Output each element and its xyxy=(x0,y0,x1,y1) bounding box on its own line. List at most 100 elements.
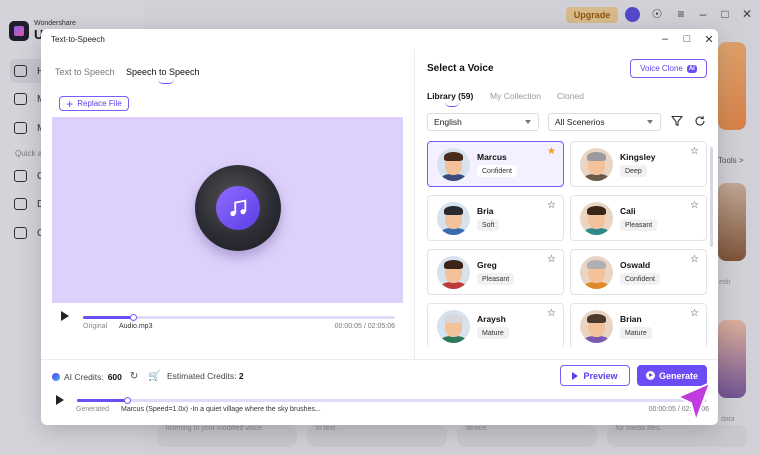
active-tab-indicator xyxy=(158,79,174,84)
pointer-cursor-icon xyxy=(677,382,711,422)
plus-icon: + xyxy=(66,96,74,111)
estimated-credits-value: 2 xyxy=(238,371,244,381)
refresh-credits-icon[interactable]: ↻ xyxy=(130,371,138,382)
voice-tag: Deep xyxy=(620,165,647,177)
chevron-down-icon xyxy=(647,120,653,124)
voice-avatar xyxy=(580,148,613,181)
voice-card-oswald[interactable]: Oswald Confident ☆ xyxy=(570,249,707,295)
cart-icon[interactable]: 🛒 xyxy=(148,371,160,382)
tab-speech-to-speech[interactable]: Speech to Speech xyxy=(126,67,200,77)
footer-divider xyxy=(41,359,718,360)
filter-icon[interactable] xyxy=(671,115,683,127)
star-outline-icon[interactable]: ☆ xyxy=(547,255,556,265)
ai-credits-icon xyxy=(52,372,60,381)
replace-file-label: Replace File xyxy=(77,99,122,108)
star-outline-icon[interactable]: ☆ xyxy=(690,147,699,157)
voice-name: Araysh xyxy=(477,314,506,324)
generated-progress-fill xyxy=(77,399,128,402)
voice-tag: Pleasant xyxy=(620,219,658,231)
play-icon[interactable] xyxy=(61,311,69,321)
generated-progress-track[interactable] xyxy=(77,397,707,404)
generate-icon xyxy=(645,371,655,380)
generated-label: Generated xyxy=(76,406,110,413)
generate-label: Generate xyxy=(658,370,699,381)
preview-button[interactable]: Preview xyxy=(560,365,630,386)
estimated-credits-label: Estimated Credits: xyxy=(167,371,237,381)
preview-label: Preview xyxy=(583,370,618,381)
original-file-name: Audio.mp3 xyxy=(119,323,153,330)
voice-name: Kingsley xyxy=(620,152,656,162)
star-outline-icon[interactable]: ☆ xyxy=(547,309,556,319)
star-outline-icon[interactable]: ☆ xyxy=(690,255,699,265)
voice-clone-button[interactable]: Voice Clone AI xyxy=(630,59,707,78)
voice-tag: Mature xyxy=(477,327,509,339)
refresh-icon[interactable] xyxy=(694,115,706,127)
voice-avatar xyxy=(580,310,613,343)
select-voice-title: Select a Voice xyxy=(427,63,494,74)
voice-card-cali[interactable]: Cali Pleasant ☆ xyxy=(570,195,707,241)
tab-text-to-speech[interactable]: Text to Speech xyxy=(55,67,115,77)
language-select[interactable]: English xyxy=(427,113,539,131)
voice-card-brian[interactable]: Brian Mature ☆ xyxy=(570,303,707,347)
star-outline-icon[interactable]: ☆ xyxy=(547,201,556,211)
tab-library[interactable]: Library (59) xyxy=(427,91,473,101)
voice-card-greg[interactable]: Greg Pleasant ☆ xyxy=(427,249,564,295)
voice-avatar xyxy=(437,202,470,235)
voice-tag: Confident xyxy=(477,165,517,177)
voice-name: Greg xyxy=(477,260,497,270)
original-progress-handle[interactable] xyxy=(129,314,137,321)
voice-tag: Mature xyxy=(620,327,652,339)
voice-card-kingsley[interactable]: Kingsley Deep ☆ xyxy=(570,141,707,187)
tab-my-collection[interactable]: My Collection xyxy=(490,91,541,101)
voice-clone-label: Voice Clone xyxy=(640,64,683,73)
voice-grid: Marcus Confident ★ Kingsley Deep ☆ Bria Soft ☆ Ca… xyxy=(426,141,708,347)
original-progress-fill xyxy=(83,316,133,319)
audio-preview-area xyxy=(52,117,403,303)
music-note-icon xyxy=(216,186,260,230)
voice-card-bria[interactable]: Bria Soft ☆ xyxy=(427,195,564,241)
voice-avatar xyxy=(580,202,613,235)
original-label: Original xyxy=(83,323,108,330)
voice-tag: Pleasant xyxy=(477,273,515,285)
ai-badge: AI xyxy=(686,64,697,73)
star-outline-icon[interactable]: ☆ xyxy=(690,309,699,319)
language-value: English xyxy=(434,117,462,127)
star-outline-icon[interactable]: ☆ xyxy=(690,201,699,211)
close-icon[interactable]: ✕ xyxy=(702,32,716,46)
voice-card-araysh[interactable]: Araysh Mature ☆ xyxy=(427,303,564,347)
voice-avatar xyxy=(437,310,470,343)
scenario-select[interactable]: All Scenerios xyxy=(548,113,661,131)
text-to-speech-dialog: Text-to-Speech – □ ✕ Text to Speech Spee… xyxy=(41,29,718,425)
original-progress-track[interactable] xyxy=(83,314,395,321)
voice-tag: Confident xyxy=(620,273,660,285)
estimated-credits: Estimated Credits: 2 xyxy=(167,371,244,381)
voice-list-scrollbar[interactable] xyxy=(710,147,713,247)
voice-name: Bria xyxy=(477,206,494,216)
voice-name: Brian xyxy=(620,314,642,324)
original-audio-player: Original Audio.mp3 00:00:05 / 02:05:06 xyxy=(52,303,403,333)
voice-avatar xyxy=(437,148,470,181)
voice-name: Cali xyxy=(620,206,636,216)
scenario-value: All Scenerios xyxy=(555,117,605,127)
ai-credits-value: 600 xyxy=(107,371,122,382)
ai-credits-label: AI Credits: xyxy=(64,371,104,382)
minimize-icon[interactable]: – xyxy=(658,32,672,46)
play-icon[interactable] xyxy=(56,395,64,405)
star-filled-icon[interactable]: ★ xyxy=(547,147,556,157)
voice-tag: Soft xyxy=(477,219,500,231)
vinyl-disc-icon xyxy=(195,165,281,251)
replace-file-button[interactable]: + Replace File xyxy=(59,96,129,111)
original-time: 00:00:05 / 02:05:06 xyxy=(334,323,395,330)
voice-name: Marcus xyxy=(477,152,507,162)
generated-text: Marcus (Speed=1.0x) -In a quiet village … xyxy=(121,406,321,413)
voice-name: Oswald xyxy=(620,260,651,270)
generated-audio-player: Generated Marcus (Speed=1.0x) -In a quie… xyxy=(52,391,712,421)
play-icon xyxy=(572,371,579,380)
active-tab-indicator xyxy=(445,102,459,107)
generated-progress-handle[interactable] xyxy=(124,397,132,404)
tab-cloned[interactable]: Cloned xyxy=(557,91,584,101)
voice-card-marcus[interactable]: Marcus Confident ★ xyxy=(427,141,564,187)
maximize-icon[interactable]: □ xyxy=(680,32,694,46)
voice-avatar xyxy=(580,256,613,289)
pane-divider xyxy=(414,49,415,359)
